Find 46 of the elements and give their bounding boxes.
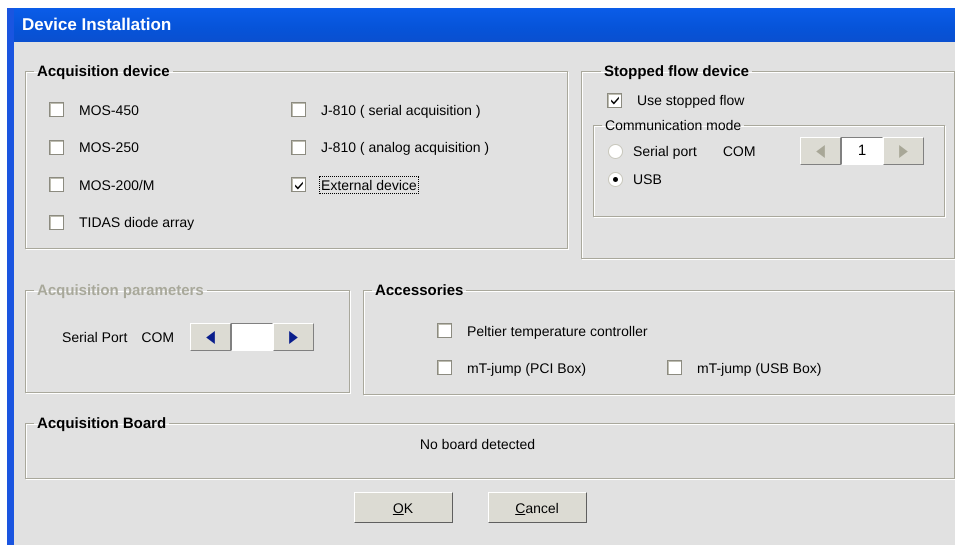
check-icon	[610, 95, 620, 105]
com-label: COM	[140, 328, 176, 346]
window-title: Device Installation	[22, 15, 172, 35]
increment-button[interactable]	[273, 323, 314, 351]
decrement-button[interactable]	[190, 323, 232, 351]
checkbox-label: TIDAS diode array	[78, 213, 196, 232]
checkbox[interactable]	[667, 360, 682, 375]
checkbox[interactable]	[49, 214, 64, 230]
port-label: COM	[722, 143, 756, 159]
cancel-button[interactable]: Cancel	[488, 492, 586, 523]
number-field[interactable]	[231, 323, 274, 351]
checkbox-label: J-810 ( serial acquisition )	[320, 100, 482, 119]
checkbox-label: mT-jump (PCI Box)	[466, 358, 588, 376]
right-arrow-icon	[898, 144, 909, 158]
checkbox-label: mT-jump (USB Box)	[696, 358, 822, 376]
check-icon	[294, 180, 304, 190]
checkbox-label: Use stopped flow	[636, 91, 746, 109]
group-title: Acquisition device	[36, 63, 171, 80]
checkbox-label: MOS-250	[78, 138, 140, 156]
checkbox[interactable]	[291, 102, 306, 118]
checkbox[interactable]	[437, 360, 452, 375]
checkbox-label: J-810 ( analog acquisition )	[320, 138, 490, 156]
checkbox[interactable]	[607, 92, 622, 108]
checkbox[interactable]	[49, 177, 64, 192]
port-label: Serial Port	[61, 328, 128, 346]
group-title: Stopped flow device	[603, 63, 750, 80]
right-arrow-icon	[288, 330, 300, 344]
checkbox[interactable]	[291, 140, 306, 155]
group-title: Communication mode	[604, 117, 742, 133]
checkbox-label: External device	[319, 176, 419, 194]
group-title: Accessories	[374, 282, 464, 299]
ok-button[interactable]: OK	[354, 492, 452, 523]
checkbox-label: MOS-200/M	[78, 176, 156, 194]
status-message: No board detected	[418, 436, 536, 452]
group-title: Acquisition parameters	[36, 282, 205, 299]
radio-button[interactable]	[608, 172, 623, 186]
checkbox[interactable]	[49, 140, 64, 155]
group-title: Acquisition Board	[36, 415, 168, 432]
radio-label: USB	[632, 170, 663, 188]
radio-label: Serial port	[632, 142, 698, 160]
radio-button[interactable]	[608, 144, 623, 158]
checkbox-label: Peltier temperature controller	[466, 322, 649, 340]
checkbox-label: MOS-450	[78, 100, 140, 119]
checkbox[interactable]	[437, 323, 452, 338]
checkbox[interactable]	[49, 102, 64, 118]
checkbox[interactable]	[291, 177, 306, 192]
